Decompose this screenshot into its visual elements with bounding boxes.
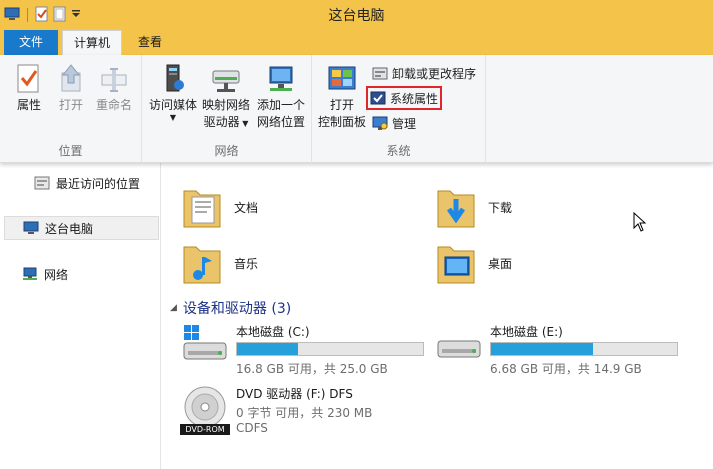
group-label-network: 网络: [214, 144, 239, 158]
open-label: 打开: [58, 98, 83, 112]
system-properties-label: 系统属性: [390, 91, 439, 106]
title-bar: 这台电脑: [0, 0, 713, 30]
folder-documents-label: 文档: [234, 200, 259, 215]
map-network-drive-button[interactable]: 映射网络 驱动器 ▼: [200, 63, 252, 132]
folder-music-label: 音乐: [234, 256, 259, 271]
add-location-label-2: 网络位置: [256, 115, 305, 129]
drive-f-name: DVD 驱动器 (F:) DFS: [236, 387, 353, 401]
drive-c-free: 16.8 GB 可用，共 25.0 GB: [236, 362, 388, 376]
nav-item-this-pc[interactable]: 这台电脑: [4, 216, 159, 240]
dvd-rom-badge: DVD-ROM: [180, 424, 230, 435]
rename-button[interactable]: 重命名: [92, 63, 136, 114]
desktop-folder-icon: [437, 246, 475, 284]
properties-icon: [17, 64, 39, 93]
tab-view[interactable]: 查看: [128, 30, 172, 55]
chevron-down-icon: ▼: [239, 119, 249, 128]
drive-e-usage-fill: [491, 343, 594, 355]
properties-label: 属性: [16, 98, 41, 112]
open-cp-label-2: 控制面板: [317, 115, 366, 129]
network-location-icon: [269, 66, 293, 91]
tab-computer[interactable]: 计算机: [62, 30, 122, 56]
music-folder-icon: [183, 246, 221, 284]
folder-desktop[interactable]: 桌面: [436, 239, 512, 287]
nav-recent-label: 最近访问的位置: [56, 176, 141, 191]
manage-label: 管理: [392, 116, 417, 131]
documents-folder-icon: [183, 190, 221, 228]
hard-drive-icon: [437, 340, 481, 358]
network-icon: [23, 267, 37, 280]
map-drive-label-row: 驱动器 ▼: [204, 114, 249, 132]
nav-network-label: 网络: [44, 267, 69, 282]
access-media-label: 访问媒体: [148, 98, 197, 112]
system-properties-button[interactable]: 系统属性: [366, 86, 443, 110]
drive-e-usage-bar: [490, 342, 678, 356]
chevron-down-icon: ▼: [169, 113, 177, 122]
open-control-panel-button[interactable]: 打开 控制面板: [316, 63, 368, 131]
tab-file[interactable]: 文件: [4, 30, 58, 55]
ribbon-group-location: 属性 打开 重命名 位置: [0, 55, 142, 163]
uninstall-program-button[interactable]: 卸载或更改程序: [372, 63, 476, 83]
devices-section-header[interactable]: ◢ 设备和驱动器 (3): [170, 298, 291, 318]
window-title: 这台电脑: [328, 8, 385, 24]
drive-c-usage-bar: [236, 342, 424, 356]
open-icon: [61, 64, 81, 92]
ribbon-tabs: 文件 计算机 查看: [0, 30, 713, 56]
folder-desktop-label: 桌面: [488, 256, 513, 271]
add-location-label-1: 添加一个: [256, 98, 305, 112]
dvd-drive-icon: DVD-ROM: [180, 385, 230, 437]
downloads-folder-icon: [437, 190, 475, 228]
folder-documents[interactable]: 文档: [182, 183, 258, 231]
collapse-icon[interactable]: ◢: [170, 303, 177, 313]
map-drive-label-1: 映射网络: [201, 98, 250, 112]
folder-downloads-label: 下载: [488, 200, 513, 215]
properties-button[interactable]: 属性: [10, 63, 48, 114]
content-pane: 文档 下载 音乐 桌面 ◢ 设备和驱动器 (3) 本地磁盘 (C:) 16.8 …: [162, 163, 713, 469]
manage-icon: [372, 116, 388, 130]
control-panel-icon: [328, 66, 356, 90]
drive-c-name: 本地磁盘 (C:): [236, 325, 310, 339]
drive-e[interactable]: 本地磁盘 (E:) 6.68 GB 可用，共 14.9 GB: [434, 323, 678, 376]
folder-music[interactable]: 音乐: [182, 239, 258, 287]
uninstall-icon: [372, 67, 388, 80]
ribbon-panel: 属性 打开 重命名 位置 访问媒体 ▼ 映射网络 驱动器 ▼ 添加一个 网络位置…: [0, 55, 713, 163]
drive-f-free: 0 字节 可用，共 230 MB: [236, 406, 373, 420]
ribbon-group-system: 打开 控制面板 卸载或更改程序 系统属性 管理 系统: [312, 55, 486, 163]
map-drive-label-2: 驱动器: [203, 115, 240, 129]
add-network-location-button[interactable]: 添加一个 网络位置: [252, 63, 310, 131]
drive-c-usage-fill: [237, 343, 299, 355]
windows-drive-icon: [183, 325, 227, 360]
devices-header-label: 设备和驱动器 (3): [182, 301, 292, 317]
nav-item-recent[interactable]: 最近访问的位置: [34, 171, 140, 195]
rename-label: 重命名: [95, 98, 132, 112]
folder-downloads[interactable]: 下载: [436, 183, 512, 231]
drive-f-dvd[interactable]: DVD-ROM DVD 驱动器 (F:) DFS 0 字节 可用，共 230 M…: [180, 385, 372, 437]
rename-icon: [101, 68, 127, 92]
system-properties-icon: [370, 91, 386, 105]
nav-item-network[interactable]: 网络: [22, 262, 68, 286]
navigation-pane: 最近访问的位置 这台电脑 网络: [0, 163, 161, 469]
manage-button[interactable]: 管理: [372, 113, 416, 133]
drive-c[interactable]: 本地磁盘 (C:) 16.8 GB 可用，共 25.0 GB: [180, 323, 424, 376]
ribbon-group-network: 访问媒体 ▼ 映射网络 驱动器 ▼ 添加一个 网络位置 网络: [142, 55, 312, 163]
drive-f-filesystem: CDFS: [236, 421, 268, 435]
drive-e-name: 本地磁盘 (E:): [490, 325, 563, 339]
uninstall-label: 卸载或更改程序: [392, 66, 477, 81]
mouse-cursor-icon: [633, 212, 647, 232]
recent-places-icon: [34, 176, 50, 190]
drive-e-free: 6.68 GB 可用，共 14.9 GB: [490, 362, 642, 376]
computer-icon: [23, 221, 39, 234]
group-label-location: 位置: [58, 144, 83, 158]
network-drive-icon: [212, 70, 240, 92]
open-cp-label-1: 打开: [329, 98, 354, 112]
media-server-icon: [166, 64, 184, 92]
access-media-button[interactable]: 访问媒体 ▼: [146, 63, 200, 122]
group-label-system: 系统: [386, 144, 411, 158]
open-button[interactable]: 打开: [54, 63, 88, 114]
nav-this-pc-label: 这台电脑: [45, 221, 94, 236]
